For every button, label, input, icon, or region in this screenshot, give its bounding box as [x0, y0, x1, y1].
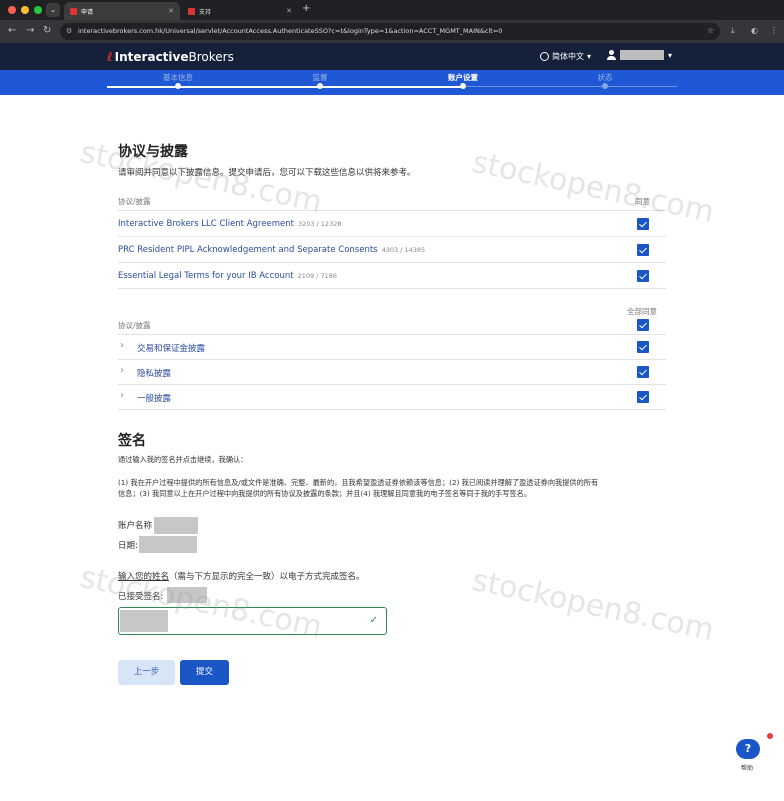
tab-support[interactable]: 支持 ✕: [182, 2, 298, 20]
redacted-account-name: [154, 517, 198, 534]
signature-confirm-intro: 通过输入我的签名并点击继续，我确认：: [118, 455, 248, 464]
bookmark-star-icon[interactable]: ☆: [707, 26, 714, 35]
new-tab-icon[interactable]: +: [302, 3, 310, 14]
browser-address-bar: ← → ↻ ⚙ interactivebrokers.com.hk/Univer…: [0, 20, 784, 43]
site-info-icon[interactable]: ⚙: [66, 23, 72, 40]
ib-favicon-icon: [70, 7, 77, 15]
redacted-username: [620, 50, 664, 60]
agree-checkbox-client-agreement[interactable]: [637, 218, 649, 230]
close-window-icon[interactable]: [8, 6, 16, 14]
site-header: ℓ InteractiveBrokers 简体中文 ▾ ▾: [0, 43, 784, 70]
divider: [118, 288, 666, 289]
tab-application[interactable]: 申请 ✕: [64, 2, 180, 20]
language-selector[interactable]: 简体中文 ▾: [540, 51, 591, 62]
step-status: 状态: [597, 73, 613, 82]
agree-checkbox-legal-terms[interactable]: [637, 270, 649, 282]
maximize-window-icon[interactable]: [34, 6, 42, 14]
url-field[interactable]: ⚙ interactivebrokers.com.hk/Universal/se…: [60, 23, 720, 40]
column-header-agreement: 协议/披露: [118, 197, 151, 206]
application-progress: 基本信息 监督 账户设置 状态: [0, 70, 784, 95]
divider: [118, 262, 666, 263]
download-icon[interactable]: ⤓: [731, 26, 735, 36]
redacted-date: [139, 536, 197, 553]
step-basic-info: 基本信息: [163, 73, 193, 82]
step-account-settings: 账户设置: [448, 73, 478, 82]
signature-confirm-line1: (1) 我在开户过程中提供的所有信息及/或文件是准确、完整、最新的，且我希望盈透…: [118, 478, 599, 487]
user-icon: [607, 50, 616, 60]
divider: [118, 384, 666, 385]
agree-checkbox-trading-margin[interactable]: [637, 341, 649, 353]
group-general[interactable]: 一般披露: [137, 392, 171, 404]
redacted-accepted-signature: [167, 587, 207, 603]
chevron-right-icon[interactable]: ›: [120, 390, 124, 401]
column-header-agree-all: 全部同意: [627, 307, 657, 316]
help-question-icon[interactable]: ?: [736, 739, 760, 759]
signature-title: 签名: [118, 433, 146, 449]
profile-icon[interactable]: ◐: [751, 26, 758, 35]
step-dot: [175, 83, 181, 89]
agreement-link-legal-terms[interactable]: Essential Legal Terms for your IB Accoun…: [118, 271, 337, 281]
group-privacy[interactable]: 隐私披露: [137, 367, 171, 379]
globe-icon: [540, 52, 549, 61]
window-controls[interactable]: [8, 6, 42, 14]
reload-icon[interactable]: ↻: [43, 25, 51, 36]
divider: [118, 359, 666, 360]
ib-logo-icon: ℓ: [107, 50, 113, 64]
agree-all-checkbox[interactable]: [637, 319, 649, 331]
caret-down-icon: ▾: [668, 50, 673, 60]
agreement-link-pipl[interactable]: PRC Resident PIPL Acknowledgement and Se…: [118, 245, 425, 255]
caret-down-icon: ▾: [587, 52, 592, 61]
ib-favicon-icon: [188, 7, 195, 15]
agreements-title: 协议与披露: [118, 144, 188, 160]
user-menu[interactable]: ▾: [607, 50, 672, 60]
chevron-right-icon[interactable]: ›: [120, 365, 124, 376]
signature-input[interactable]: ✓: [118, 607, 387, 635]
accepted-signature-label: 已接受签名:: [118, 592, 164, 602]
step-dot: [602, 83, 608, 89]
chevron-right-icon[interactable]: ›: [120, 340, 124, 351]
step-dot: [460, 83, 466, 89]
divider: [118, 409, 666, 410]
divider: [118, 334, 666, 335]
back-icon[interactable]: ←: [8, 25, 16, 36]
agree-checkbox-privacy[interactable]: [637, 366, 649, 378]
divider: [118, 236, 666, 237]
help-label: 帮助: [741, 765, 754, 772]
agreements-intro: 请审阅并同意以下披露信息。提交申请后，您可以下载这些信息以供将来参考。: [118, 168, 416, 178]
close-tab-icon[interactable]: ✕: [168, 7, 174, 15]
browser-tab-bar: ⌄ 申请 ✕ 支持 ✕ +: [0, 0, 784, 20]
submit-button[interactable]: 提交: [180, 660, 229, 685]
redacted-signature-value: [120, 610, 168, 632]
tab-search-icon[interactable]: ⌄: [46, 3, 60, 17]
progress-fill: [107, 86, 463, 88]
watermark: stockopen8.com: [469, 562, 718, 649]
signature-instruction: 输入您的姓名（需与下方显示的完全一致）以电子方式完成签名。: [118, 572, 365, 582]
notification-dot: [767, 733, 773, 739]
close-tab-icon[interactable]: ✕: [286, 7, 292, 15]
column-header-agree: 同意: [635, 197, 650, 206]
forward-icon[interactable]: →: [26, 25, 34, 36]
menu-kebab-icon[interactable]: ⋮: [770, 26, 778, 35]
account-name-label: 账户名称: [118, 521, 153, 531]
divider: [118, 210, 666, 211]
signature-confirm-line2: 信息；(3) 我同意以上在开户过程中向我提供的所有协议及披露的条款；并且(4) …: [118, 489, 532, 498]
agree-checkbox-pipl[interactable]: [637, 244, 649, 256]
step-supervision: 监督: [312, 73, 328, 82]
column-header-disclosure: 协议/披露: [118, 321, 151, 330]
step-dot: [317, 83, 323, 89]
previous-button[interactable]: 上一步: [118, 660, 175, 685]
watermark: stockopen8.com: [469, 144, 718, 231]
help-widget[interactable]: ? 帮助: [734, 733, 773, 772]
ib-logo[interactable]: ℓ InteractiveBrokers: [107, 50, 234, 64]
minimize-window-icon[interactable]: [21, 6, 29, 14]
check-valid-icon: ✓: [369, 615, 378, 626]
group-trading-margin[interactable]: 交易和保证金披露: [137, 342, 205, 354]
agreement-link-client-agreement[interactable]: Interactive Brokers LLC Client Agreement…: [118, 219, 341, 229]
agree-checkbox-general[interactable]: [637, 391, 649, 403]
date-label: 日期:: [118, 541, 138, 551]
